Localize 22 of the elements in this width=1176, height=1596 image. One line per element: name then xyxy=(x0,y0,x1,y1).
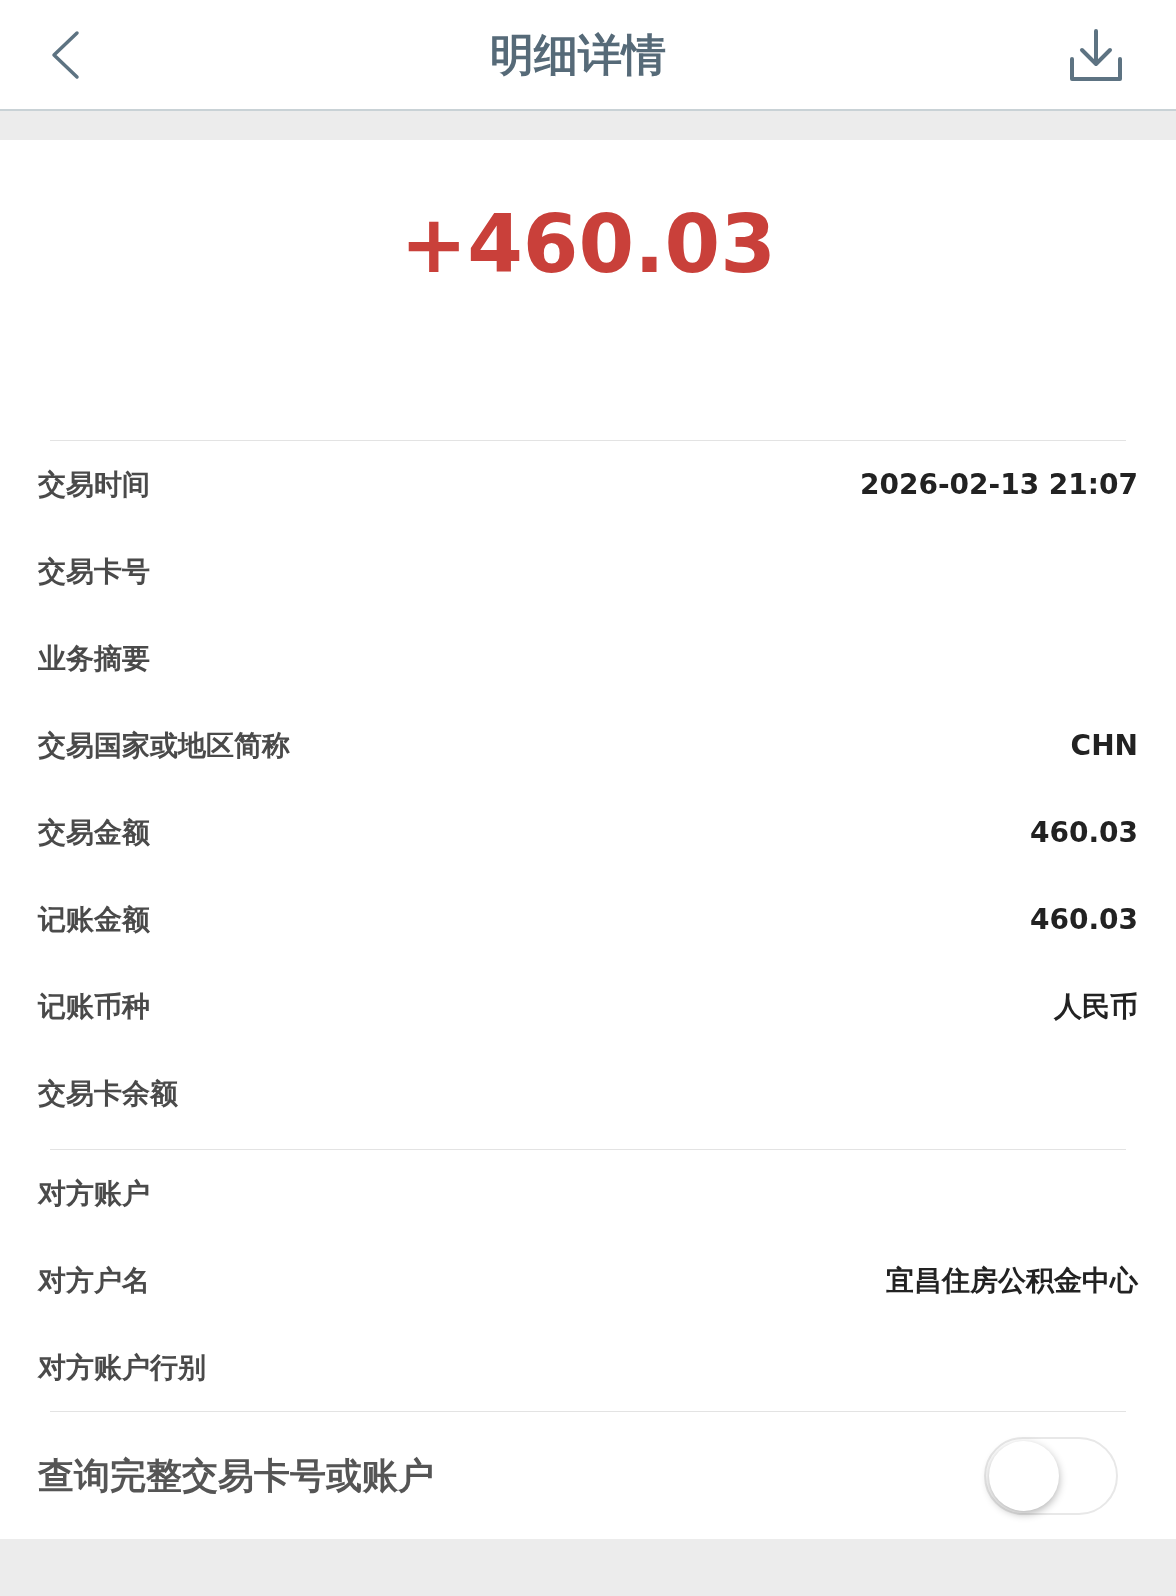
field-label: 交易金额 xyxy=(38,814,150,851)
field-label: 交易卡余额 xyxy=(38,1075,178,1112)
field-value: 人民币 xyxy=(1054,988,1138,1025)
field-label: 记账金额 xyxy=(38,901,150,938)
field-value: 宜昌住房公积金中心 xyxy=(886,1262,1138,1299)
back-icon xyxy=(50,29,80,80)
field-label: 交易国家或地区简称 xyxy=(38,727,290,764)
field-value: CHN xyxy=(1070,727,1138,764)
field-label: 对方账户 xyxy=(38,1175,150,1212)
field-label: 交易卡号 xyxy=(38,553,150,590)
field-label: 交易时间 xyxy=(38,466,150,503)
field-label: 记账币种 xyxy=(38,988,150,1025)
page-title: 明细详情 xyxy=(490,27,666,82)
field-label: 对方户名 xyxy=(38,1262,150,1299)
field-label: 业务摘要 xyxy=(38,640,150,677)
field-label: 对方账户行别 xyxy=(38,1349,206,1386)
toggle-label: 查询完整交易卡号或账户 xyxy=(38,1453,434,1498)
field-value: 2026-02-13 21:07 xyxy=(860,466,1138,503)
field-value: 460.03 xyxy=(1029,901,1138,938)
field-value: 460.03 xyxy=(1029,814,1138,851)
download-icon xyxy=(1068,26,1124,83)
amount-text: +460.03 xyxy=(400,205,776,285)
